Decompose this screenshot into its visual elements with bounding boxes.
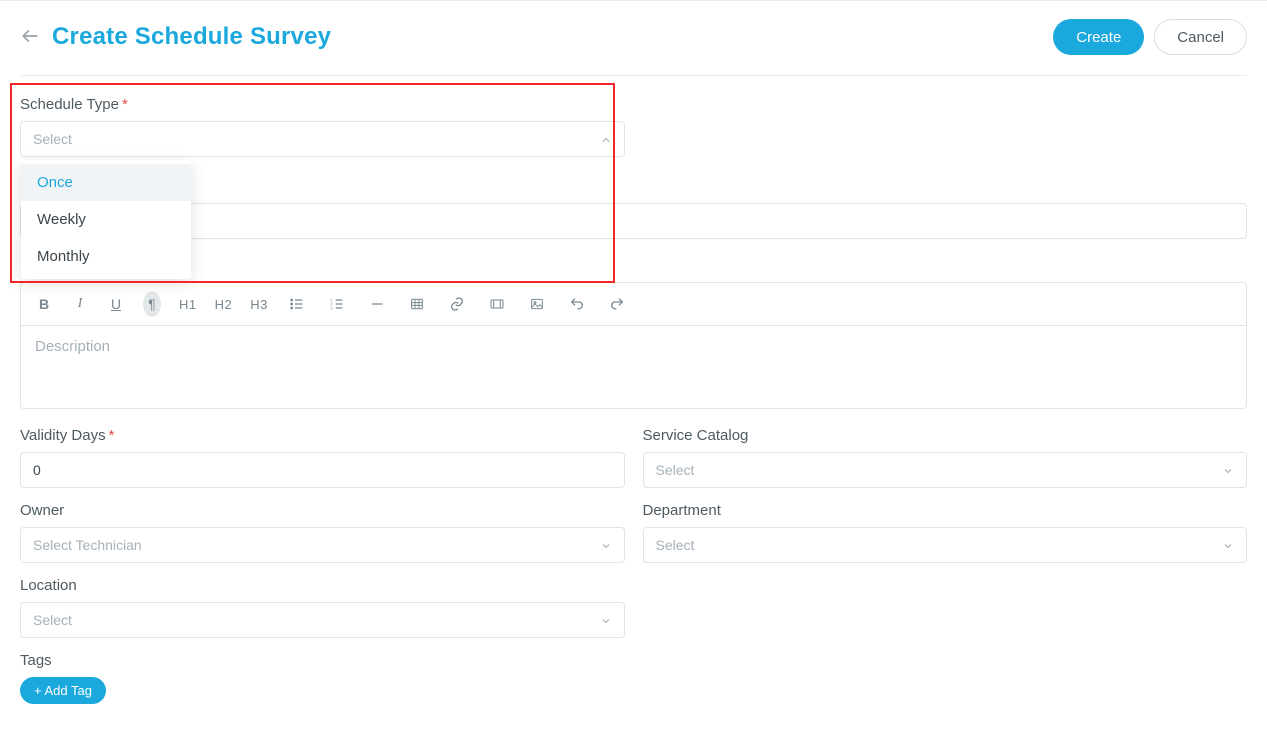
service-catalog-select[interactable]: Select <box>643 452 1248 488</box>
department-label: Department <box>643 502 1248 519</box>
page-header: Create Schedule Survey Create Cancel <box>20 19 1247 76</box>
tags-label: Tags <box>20 652 1247 669</box>
description-field: Description B I U ¶ H1 H2 H3 123 <box>20 257 1247 409</box>
location-placeholder: Select <box>33 612 72 628</box>
chevron-up-icon <box>600 133 612 145</box>
chevron-down-icon <box>1222 539 1234 551</box>
department-placeholder: Select <box>656 537 695 553</box>
service-catalog-placeholder: Select <box>656 462 695 478</box>
h3-icon[interactable]: H3 <box>250 293 268 315</box>
owner-select[interactable]: Select Technician <box>20 527 625 563</box>
rich-text-editor: B I U ¶ H1 H2 H3 123 <box>20 282 1247 409</box>
link-icon[interactable] <box>446 293 468 315</box>
create-button[interactable]: Create <box>1053 19 1144 55</box>
location-label: Location <box>20 577 625 594</box>
tags-field: Tags + Add Tag <box>20 652 1247 704</box>
underline-icon[interactable]: U <box>107 293 125 315</box>
chevron-down-icon <box>600 614 612 626</box>
validity-days-label-text: Validity Days <box>20 427 106 444</box>
name-field <box>20 203 1247 239</box>
schedule-type-dropdown: Once Weekly Monthly <box>21 160 191 279</box>
undo-icon[interactable] <box>566 293 588 315</box>
location-field: Location Select <box>20 577 625 638</box>
svg-text:3: 3 <box>330 305 333 310</box>
owner-field: Owner Select Technician <box>20 502 625 563</box>
required-marker: * <box>109 427 115 444</box>
bullet-list-icon[interactable] <box>286 293 308 315</box>
department-select[interactable]: Select <box>643 527 1248 563</box>
page-title: Create Schedule Survey <box>52 23 331 51</box>
location-select[interactable]: Select <box>20 602 625 638</box>
form: Schedule Type* Select Once Weekly Monthl… <box>20 76 1247 704</box>
header-actions: Create Cancel <box>1053 19 1247 55</box>
schedule-type-placeholder: Select <box>33 131 72 147</box>
validity-days-label: Validity Days* <box>20 427 625 444</box>
numbered-list-icon[interactable]: 123 <box>326 293 348 315</box>
h2-icon[interactable]: H2 <box>215 293 233 315</box>
horizontal-rule-icon[interactable] <box>366 293 388 315</box>
schedule-type-option-monthly[interactable]: Monthly <box>21 238 191 275</box>
row-validity-catalog: Validity Days* Service Catalog Select <box>20 427 1247 502</box>
cancel-button[interactable]: Cancel <box>1154 19 1247 55</box>
schedule-type-option-weekly[interactable]: Weekly <box>21 201 191 238</box>
add-tag-button[interactable]: + Add Tag <box>20 677 106 704</box>
name-input[interactable] <box>20 203 1247 239</box>
video-icon[interactable] <box>486 293 508 315</box>
image-icon[interactable] <box>526 293 548 315</box>
service-catalog-label: Service Catalog <box>643 427 1248 444</box>
description-editor-body[interactable]: Description <box>21 326 1246 408</box>
italic-icon[interactable]: I <box>71 293 89 315</box>
schedule-type-option-once[interactable]: Once <box>21 164 191 201</box>
editor-toolbar: B I U ¶ H1 H2 H3 123 <box>21 283 1246 326</box>
h1-icon[interactable]: H1 <box>179 293 197 315</box>
table-icon[interactable] <box>406 293 428 315</box>
schedule-type-label: Schedule Type* <box>20 96 625 113</box>
schedule-type-select[interactable]: Select Once Weekly Monthly <box>20 121 625 157</box>
bold-icon[interactable]: B <box>35 293 53 315</box>
chevron-down-icon <box>1222 464 1234 476</box>
chevron-down-icon <box>600 539 612 551</box>
paragraph-icon[interactable]: ¶ <box>143 291 161 317</box>
owner-label: Owner <box>20 502 625 519</box>
schedule-type-field: Schedule Type* Select Once Weekly Monthl… <box>20 96 625 157</box>
create-schedule-survey-panel: Create Schedule Survey Create Cancel Sch… <box>0 0 1267 741</box>
department-field: Department Select <box>643 502 1248 563</box>
schedule-type-label-text: Schedule Type <box>20 96 119 113</box>
owner-placeholder: Select Technician <box>33 537 142 553</box>
description-label: Description <box>20 257 1247 274</box>
validity-days-field: Validity Days* <box>20 427 625 488</box>
validity-days-input[interactable] <box>20 452 625 488</box>
service-catalog-field: Service Catalog Select <box>643 427 1248 488</box>
redo-icon[interactable] <box>606 293 628 315</box>
required-marker: * <box>122 96 128 113</box>
header-left: Create Schedule Survey <box>20 23 331 51</box>
back-arrow-icon[interactable] <box>20 26 40 49</box>
row-owner-department: Owner Select Technician Department Selec… <box>20 502 1247 577</box>
